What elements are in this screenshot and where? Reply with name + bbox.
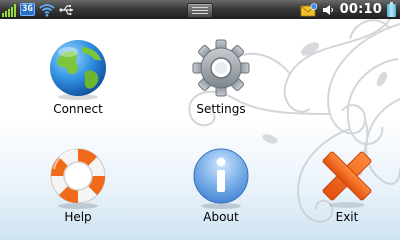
help-label: Help bbox=[64, 210, 92, 224]
menu-handle-icon[interactable] bbox=[187, 3, 213, 18]
lifebuoy-icon bbox=[50, 148, 106, 209]
connect-label: Connect bbox=[53, 102, 103, 116]
globe-icon bbox=[50, 40, 106, 100]
close-x-icon bbox=[322, 151, 372, 208]
settings-label: Settings bbox=[196, 102, 246, 116]
connect-button[interactable]: Connect bbox=[28, 37, 128, 116]
signal-strength-icon bbox=[2, 4, 16, 17]
clock: 00:10 bbox=[339, 2, 382, 17]
exit-label: Exit bbox=[335, 210, 359, 224]
about-button[interactable]: About bbox=[171, 145, 271, 224]
exit-button[interactable]: Exit bbox=[297, 145, 397, 224]
3g-icon: 3G bbox=[20, 3, 35, 16]
about-label: About bbox=[203, 210, 239, 224]
wifi-icon bbox=[39, 4, 55, 17]
gear-icon bbox=[192, 39, 250, 97]
settings-button[interactable]: Settings bbox=[171, 37, 271, 116]
usb-icon bbox=[59, 5, 73, 16]
sound-icon bbox=[322, 4, 333, 15]
status-bar: 3G 00:10 bbox=[0, 0, 400, 19]
new-message-icon bbox=[300, 2, 317, 16]
help-button[interactable]: Help bbox=[28, 145, 128, 224]
home-screen: Connect Settings Help About Exit bbox=[0, 19, 400, 240]
info-icon bbox=[193, 148, 249, 209]
battery-icon bbox=[387, 2, 396, 17]
